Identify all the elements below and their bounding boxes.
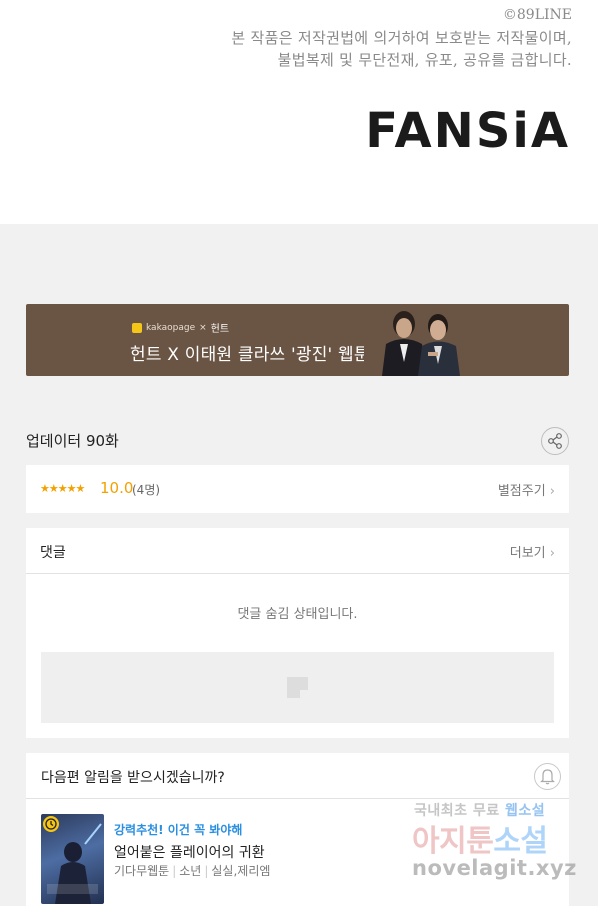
rate-button-label: 별점주기 [497, 484, 546, 499]
recommendation-creators: 실실,제리엠 [211, 864, 271, 878]
copyright-notice: 본 작품은 저작권법에 의거하여 보호받는 저작물이며, 불법복제 및 무단전재… [231, 27, 572, 71]
recommendation-title[interactable]: 얼어붙은 플레이어의 귀환 [114, 842, 265, 862]
notify-bell-button[interactable] [534, 763, 561, 790]
bell-icon [540, 769, 555, 785]
comments-card: 댓글 더보기 › 댓글 숨김 상태입니다. [26, 528, 569, 738]
chevron-right-icon: › [549, 546, 555, 561]
notice-line-1: 본 작품은 저작권법에 의거하여 보호받는 저작물이며, [231, 29, 572, 47]
recommendation-meta: 기다무웹툰 | 소년 | 실실,제리엠 [114, 862, 270, 879]
cover-art-image [47, 823, 102, 904]
share-button[interactable] [541, 427, 569, 455]
notify-question: 다음편 알림을 받으시겠습니까? [41, 770, 225, 786]
notice-line-2: 불법복제 및 무단전재, 유포, 공유를 금합니다. [277, 51, 572, 69]
recommendation-author: 기다무웹툰 [114, 864, 170, 878]
kakaopage-logo-icon [132, 322, 142, 333]
comments-hidden-message: 댓글 숨김 상태입니다. [237, 607, 358, 622]
banner-characters-illustration [364, 304, 474, 376]
notify-header: 다음편 알림을 받으시겠습니까? [26, 753, 569, 799]
episode-header: 업데이터 90화 [26, 427, 569, 455]
comments-more-label: 더보기 [509, 546, 546, 561]
promo-banner[interactable]: kakaopage × 헌트 헌트 X 이태원 클라쓰 '광진' 웹툰 [26, 304, 569, 376]
banner-partner: 헌트 [210, 324, 230, 335]
comments-header: 댓글 더보기 › [26, 528, 569, 574]
recommendation-tag: 강력추천! 이건 꼭 봐야해 [114, 823, 243, 837]
episode-title: 업데이터 90화 [26, 432, 119, 450]
rating-count: (4명) [132, 483, 161, 497]
meta-separator: | [204, 864, 209, 878]
meta-separator: | [172, 864, 177, 878]
rating-score: 10.0 [100, 479, 134, 497]
banner-brand-row: kakaopage × 헌트 [132, 320, 229, 335]
share-icon [548, 433, 562, 449]
fansia-logo: FANSiA [365, 103, 570, 159]
next-episode-card: 다음편 알림을 받으시겠습니까? 강력추천! 이건 꼭 봐야해 얼어붙은 플레이… [26, 753, 569, 906]
comments-more-button[interactable]: 더보기 › [510, 542, 555, 561]
rate-button[interactable]: 별점주기 › [498, 480, 555, 499]
comment-placeholder-icon [287, 677, 308, 698]
rating-stars: ★★★★★ [40, 482, 85, 495]
copyright-text: ©89LINE [502, 7, 572, 23]
comments-title: 댓글 [40, 545, 66, 561]
banner-brand-separator: × [199, 322, 207, 333]
banner-brand: kakaopage [146, 322, 196, 333]
copyright-header: ©89LINE 본 작품은 저작권법에 의거하여 보호받는 저작물이며, 불법복… [0, 0, 598, 224]
rating-card: ★★★★★ 10.0 (4명) 별점주기 › [26, 465, 569, 513]
banner-title: 헌트 X 이태원 클라쓰 '광진' 웹툰 [130, 345, 370, 365]
recommendation-genre: 소년 [179, 864, 202, 878]
chevron-right-icon: › [549, 484, 555, 499]
comment-input-box[interactable] [41, 652, 554, 723]
recommendation-thumbnail[interactable] [41, 814, 104, 904]
